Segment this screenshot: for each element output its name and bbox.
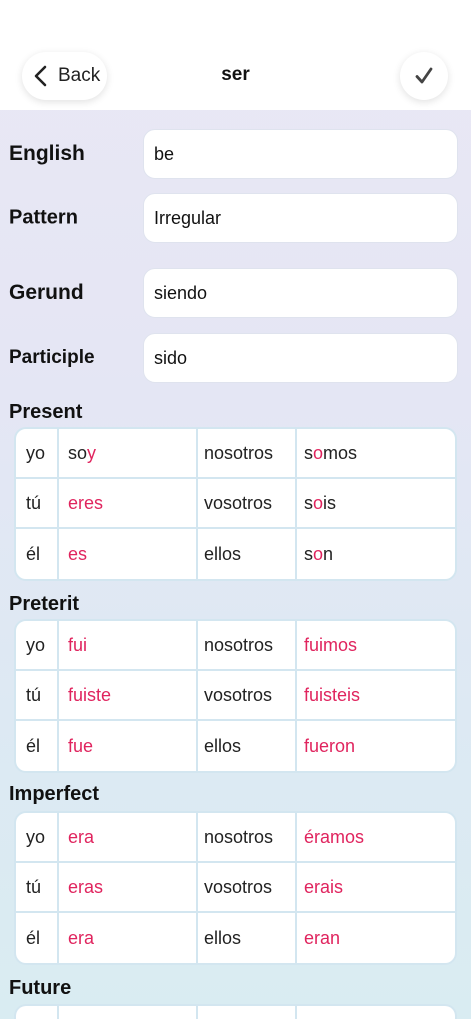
table-row [16,1006,455,1019]
participle-field-row: Participle sido [0,333,471,383]
form-cell: fue [59,721,198,771]
form-cell: s o mos [304,442,358,463]
top-bar: Back ser [0,0,471,110]
pronoun-cell: ellos [198,721,297,771]
pronoun-cell: él [16,721,59,771]
english-label: English [9,142,85,165]
pronoun-cell: tú [16,671,59,719]
table-row: tú eres vosotros s o is [16,479,455,529]
participle-input[interactable]: sido [143,333,458,383]
section-title-imperfect: Imperfect [9,783,100,805]
form-cell: erais [304,876,344,897]
conjugation-table-preterit: yo fui nosotros fuimos tú fuiste vosotro… [14,619,457,773]
pronoun-cell: vosotros [198,479,297,527]
table-row: yo so y nosotros s o mos [16,429,455,479]
gerund-input[interactable]: siendo [143,268,458,318]
form-cell: fueron [304,735,356,756]
form-cell: fuiste [59,671,198,719]
conjugation-table-imperfect: yo era nosotros éramos tú eras vosotros … [14,811,457,965]
pronoun-cell: tú [16,479,59,527]
table-row: tú eras vosotros erais [16,863,455,913]
section-title-future: Future [9,977,72,999]
form-cell: éramos [304,826,365,847]
confirm-button[interactable] [400,52,448,100]
pronoun-cell: él [16,529,59,579]
participle-label: Participle [9,347,95,368]
table-row: él es ellos son [16,529,455,579]
pronoun-cell: nosotros [198,621,297,669]
pattern-label: Pattern [9,206,78,229]
pronoun-cell: vosotros [198,863,297,911]
form-cell [297,1006,455,1019]
english-input[interactable]: be [143,129,458,179]
conjugation-table-present: yo so y nosotros s o mos tú eres vosotros s… [14,427,457,581]
form-cell: s o is [304,492,337,513]
form-cell [59,1006,198,1019]
checkmark-icon [415,67,433,84]
gerund-label: Gerund [9,281,84,304]
gerund-field-row: Gerund siendo [0,268,471,318]
table-row: él fue ellos fueron [16,721,455,771]
table-row: yo fui nosotros fuimos [16,621,455,671]
pronoun-cell: nosotros [198,429,297,477]
english-field-row: English be [0,129,471,179]
pronoun-cell: él [16,913,59,963]
form-cell: fuisteis [304,684,361,705]
conjugation-table-future [14,1004,457,1019]
pronoun-cell: yo [16,621,59,669]
form-cell: eran [304,927,341,948]
form-cell: era [59,813,198,861]
pattern-field-row: Pattern Irregular [0,193,471,243]
form-cell: so y [59,429,198,477]
pronoun-cell [198,1006,297,1019]
pattern-input[interactable]: Irregular [143,193,458,243]
pronoun-cell: ellos [198,529,297,579]
pronoun-cell: yo [16,813,59,861]
pronoun-cell: tú [16,863,59,911]
pronoun-cell [16,1006,59,1019]
pronoun-cell: vosotros [198,671,297,719]
form-cell: son [304,543,334,564]
form-cell: fui [59,621,198,669]
form-cell: es [59,529,198,579]
table-row: yo era nosotros éramos [16,813,455,863]
pronoun-cell: ellos [198,913,297,963]
form-cell: eres [59,479,198,527]
form-cell: fuimos [304,634,358,655]
section-title-present: Present [9,401,83,423]
table-row: él era ellos eran [16,913,455,963]
table-row: tú fuiste vosotros fuisteis [16,671,455,721]
pronoun-cell: nosotros [198,813,297,861]
form-cell: era [59,913,198,963]
pronoun-cell: yo [16,429,59,477]
form-cell: eras [59,863,198,911]
section-title-preterit: Preterit [9,593,80,615]
